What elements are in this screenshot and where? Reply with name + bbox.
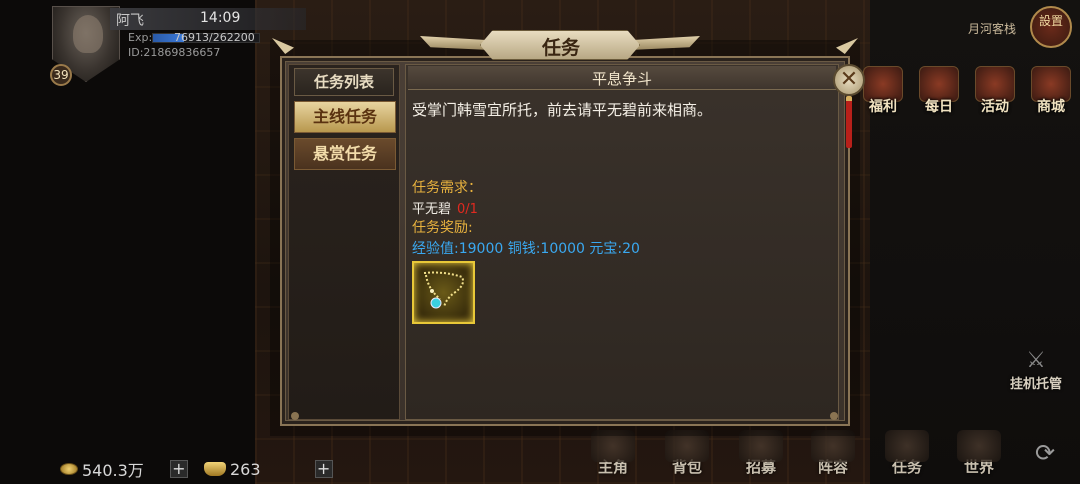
dialog-title-plaque: 任务 [480, 30, 640, 60]
nav-world-button[interactable]: 世界 [946, 430, 1012, 484]
nav-bag-button[interactable]: 背包 [654, 430, 720, 484]
activity-label: 每日 [925, 99, 953, 115]
world-icon [957, 430, 1001, 462]
panel-rivet-right [830, 412, 838, 420]
requirement-target: 平无碧 [412, 202, 452, 217]
activity-daily-button[interactable]: 每日 [912, 66, 966, 116]
player-panel[interactable]: 39 阿飞 14:09 Exp: 76913/262200 ID:2186983… [40, 4, 306, 86]
quest-list-header: 任务列表 [294, 68, 394, 96]
quest-icon [885, 430, 929, 462]
silver-amount: 540.3万 [82, 461, 144, 480]
close-icon: ✕ [839, 67, 859, 92]
activity-welfare-button[interactable]: 福利 [856, 66, 910, 116]
reward-item-slot[interactable] [412, 261, 475, 324]
gold-amount: 263 [230, 459, 261, 479]
player-level-badge: 39 [50, 64, 72, 86]
activity-shop-button[interactable]: 商城 [1024, 66, 1078, 116]
gold-currency: 263 + [204, 458, 333, 480]
requirement-count: 0/1 [457, 202, 478, 217]
nav-recruit-button[interactable]: 招募 [728, 430, 794, 484]
auto-battle-label: 挂机托管 [1009, 377, 1062, 392]
clock-time: 14:09 [200, 10, 241, 26]
activity-label: 商城 [1037, 99, 1065, 115]
jade-necklace-icon [423, 271, 464, 309]
refresh-icon[interactable]: ⟳ [1030, 438, 1060, 468]
settings-label: 設置 [1038, 14, 1063, 28]
tassel-ornament [846, 96, 852, 148]
nav-formation-button[interactable]: 阵容 [800, 430, 866, 484]
close-dialog-button[interactable]: ✕ [833, 64, 865, 96]
quest-name: 平息争斗 [591, 70, 652, 88]
portrait-face [73, 15, 103, 53]
player-id: ID:21869836657 [128, 46, 221, 59]
coin-icon [60, 463, 78, 475]
dialog-title: 任务 [541, 37, 580, 59]
reward-label: 任务奖励: [412, 220, 473, 236]
add-silver-button[interactable]: + [169, 460, 188, 478]
player-name-bar: 阿飞 14:09 [110, 8, 306, 30]
requirement-label: 任务需求： [412, 180, 482, 196]
tab-main-quest[interactable]: 主线任务 [294, 101, 396, 133]
silver-currency: 540.3万 + [60, 458, 188, 480]
location-name: 月河客栈 [968, 22, 1017, 36]
crossed-swords-icon: ⚔ [1026, 348, 1046, 373]
nav-hero-button[interactable]: 主角 [580, 430, 646, 484]
activity-event-button[interactable]: 活动 [968, 66, 1022, 116]
tab-bounty-quest[interactable]: 悬赏任务 [294, 138, 396, 170]
exp-value: 76913/262200 [174, 31, 255, 44]
gold-ingot-icon [204, 462, 226, 476]
requirement-item: 平无碧 0/1 [412, 198, 478, 217]
add-gold-button[interactable]: + [314, 460, 333, 478]
reward-values: 经验值:19000 铜钱:10000 元宝:20 [412, 241, 640, 257]
panel-rivet-left [291, 412, 299, 420]
player-name: 阿飞 [116, 13, 144, 29]
activity-label: 福利 [869, 99, 897, 115]
exp-label: Exp: [128, 31, 153, 44]
settings-button[interactable]: 設置 [1030, 6, 1072, 48]
quest-description: 受掌门韩雪宜所托，前去请平无碧前来相商。 [412, 101, 713, 119]
auto-battle-button[interactable]: ⚔ 挂机托管 [996, 348, 1076, 398]
activity-label: 活动 [981, 99, 1009, 115]
nav-quest-button[interactable]: 任务 [874, 430, 940, 484]
